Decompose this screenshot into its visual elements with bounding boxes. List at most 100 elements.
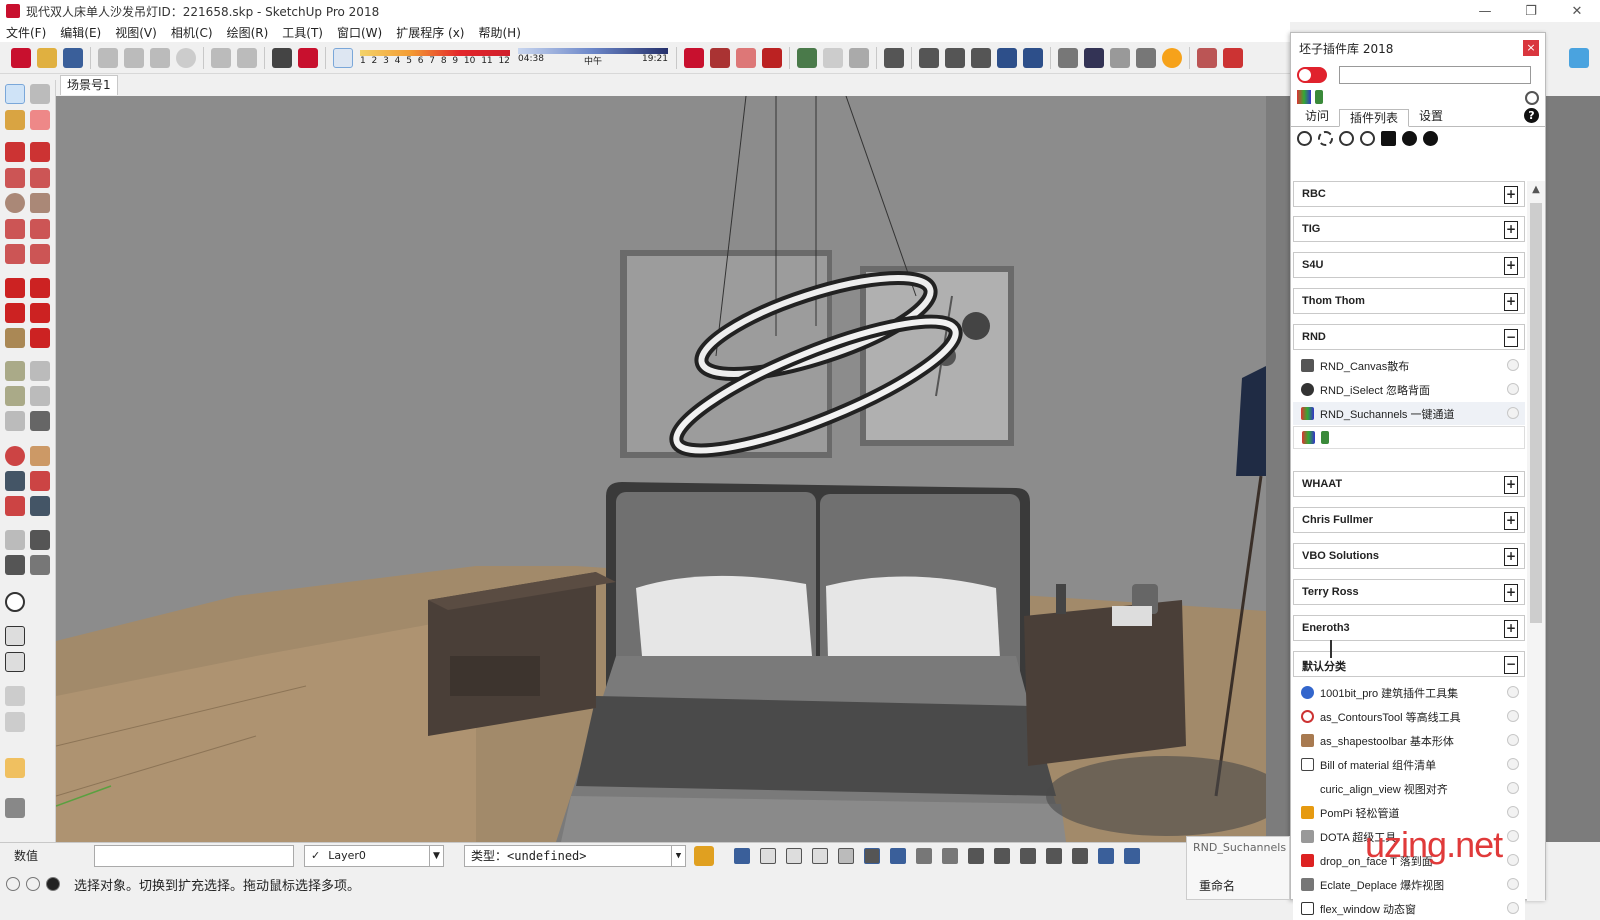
follow-me-icon[interactable] <box>30 303 50 323</box>
offset-icon[interactable] <box>30 328 50 348</box>
protractor-icon[interactable] <box>5 386 25 406</box>
plugin-status-dot[interactable] <box>1507 878 1519 890</box>
plugin-search-input[interactable] <box>1339 66 1531 84</box>
measurements-input[interactable] <box>94 844 294 867</box>
back-view-icon[interactable] <box>1046 847 1062 864</box>
layout-icon[interactable] <box>1197 47 1217 68</box>
section-cut-icon[interactable] <box>849 47 869 68</box>
section-plane-tool-icon[interactable] <box>30 555 50 575</box>
tab-plugin-list[interactable]: 插件列表 <box>1339 109 1410 127</box>
move-tool-icon[interactable] <box>5 278 25 298</box>
expand-icon[interactable]: + <box>1504 186 1518 204</box>
pie-icon[interactable] <box>30 244 50 264</box>
section-cuts-icon[interactable] <box>1124 847 1140 864</box>
shadow-toggle-icon[interactable] <box>333 47 353 68</box>
plugin-item[interactable]: 1001bit_pro 建筑插件工具集 <box>1293 681 1525 704</box>
suchannels-icon[interactable] <box>1297 90 1311 104</box>
plugin-item[interactable]: PomPi 轻松管道 <box>1293 801 1525 824</box>
restore-button[interactable]: ❐ <box>1508 0 1554 22</box>
axes-icon[interactable] <box>5 411 25 431</box>
add-icon[interactable] <box>1297 130 1312 146</box>
rename-button[interactable]: 重命名 <box>1199 877 1235 894</box>
look-around-icon[interactable] <box>30 530 50 550</box>
three-point-arc-icon[interactable] <box>5 244 25 264</box>
group-whaat[interactable]: WHAAT + <box>1293 471 1525 497</box>
pan-icon[interactable] <box>30 446 50 466</box>
share-tool-icon[interactable] <box>5 652 25 672</box>
extension-red-4-icon[interactable] <box>762 47 782 68</box>
scroll-thumb[interactable] <box>1530 203 1542 623</box>
tape-measure-icon[interactable] <box>5 361 25 381</box>
top-view-icon[interactable] <box>994 847 1010 864</box>
new-file-icon[interactable] <box>11 47 31 68</box>
plugin-status-dot[interactable] <box>1507 734 1519 746</box>
minus-circle-icon[interactable] <box>1402 130 1417 146</box>
plugin-blue-icon[interactable] <box>1568 48 1589 68</box>
shaded-icon[interactable] <box>864 847 880 864</box>
back-edges-icon[interactable] <box>786 847 802 864</box>
expand-icon[interactable]: + <box>1504 257 1518 275</box>
entity-info-icon[interactable] <box>694 845 714 866</box>
menu-tools[interactable]: 工具(T) <box>282 24 323 41</box>
freehand-icon[interactable] <box>30 142 50 162</box>
menu-camera[interactable]: 相机(C) <box>171 24 213 41</box>
extension-red-2-icon[interactable] <box>710 47 730 68</box>
plugin-item[interactable]: curic_align_view 视图对齐 <box>1293 777 1525 800</box>
green-arrow-icon[interactable] <box>1321 431 1329 444</box>
right-view-icon[interactable] <box>1020 847 1036 864</box>
expand-icon[interactable]: + <box>1504 620 1518 638</box>
previous-view-icon[interactable] <box>30 496 50 516</box>
plugin-item[interactable]: Eclate_Deplace 爆炸视图 <box>1293 873 1525 896</box>
plugin-item[interactable]: as_ContoursTool 等高线工具 <box>1293 705 1525 728</box>
plugin-status-dot[interactable] <box>1507 782 1519 794</box>
plugin-status-dot[interactable] <box>1507 806 1519 818</box>
extension-red-1-icon[interactable] <box>684 47 704 68</box>
3d-text-icon[interactable] <box>30 411 50 431</box>
iso-view-icon[interactable] <box>734 847 750 864</box>
sandbox-icon[interactable] <box>5 592 25 612</box>
plugin-list-scrollbar[interactable]: ▲ <box>1527 181 1545 901</box>
group-thom-thom[interactable]: Thom Thom + <box>1293 288 1525 314</box>
plugin-item[interactable]: Bill of material 组件清单 <box>1293 753 1525 776</box>
type-select[interactable]: 类型： <undefined> ▼ <box>464 844 686 867</box>
xray-icon[interactable] <box>760 847 776 864</box>
hidden-line-icon[interactable] <box>838 847 854 864</box>
scale-icon[interactable] <box>5 328 25 348</box>
monochrome-icon[interactable] <box>916 847 932 864</box>
plugin-item[interactable]: RND_Canvas散布 <box>1293 354 1525 377</box>
advanced-camera-icon[interactable] <box>5 798 25 818</box>
plugin-item[interactable]: RND_Suchannels 一键通道 <box>1293 402 1525 425</box>
group-rbc[interactable]: RBC + <box>1293 181 1525 207</box>
plugin-status-dot[interactable] <box>1507 710 1519 722</box>
zoom-extents-icon[interactable] <box>5 496 25 516</box>
tab-settings[interactable]: 设置 <box>1409 108 1453 126</box>
two-point-arc-icon[interactable] <box>30 219 50 239</box>
plugin-status-dot[interactable] <box>1507 902 1519 914</box>
user-icon[interactable] <box>46 877 60 891</box>
expand-icon[interactable]: + <box>1504 293 1518 311</box>
group-rnd[interactable]: RND − <box>1293 324 1525 350</box>
arc-icon[interactable] <box>5 219 25 239</box>
search-icon[interactable] <box>1525 91 1539 105</box>
left-view-icon[interactable] <box>1072 847 1088 864</box>
plugin-status-dot[interactable] <box>1507 830 1519 842</box>
group-chris-fullmer[interactable]: Chris Fullmer + <box>1293 507 1525 533</box>
plugin-panel-close-button[interactable]: × <box>1523 40 1539 56</box>
shadow-month-slider[interactable]: 1 2 3 4 5 6 7 8 9 10 11 12 <box>360 49 510 66</box>
expand-icon[interactable]: + <box>1504 584 1518 602</box>
help-icon[interactable]: ? <box>1524 108 1539 123</box>
plugin-status-dot[interactable] <box>1507 854 1519 866</box>
circle-icon[interactable] <box>5 193 25 213</box>
style-5-icon[interactable] <box>1023 47 1043 68</box>
shaded-textures-icon[interactable] <box>890 847 906 864</box>
plugin-status-dot[interactable] <box>1507 758 1519 770</box>
tab-visit[interactable]: 访问 <box>1295 108 1339 126</box>
expand-icon[interactable]: + <box>1504 512 1518 530</box>
layers-tool-icon[interactable] <box>5 686 25 706</box>
plugin-item[interactable]: flex_window 动态窗 <box>1293 897 1525 920</box>
print-icon[interactable] <box>272 47 292 68</box>
warehouse-icon[interactable] <box>1058 47 1078 68</box>
style-3-icon[interactable] <box>971 47 991 68</box>
layer-select[interactable]: ✓ Layer0 ▼ <box>304 844 444 867</box>
close-button[interactable]: ✕ <box>1554 0 1600 22</box>
